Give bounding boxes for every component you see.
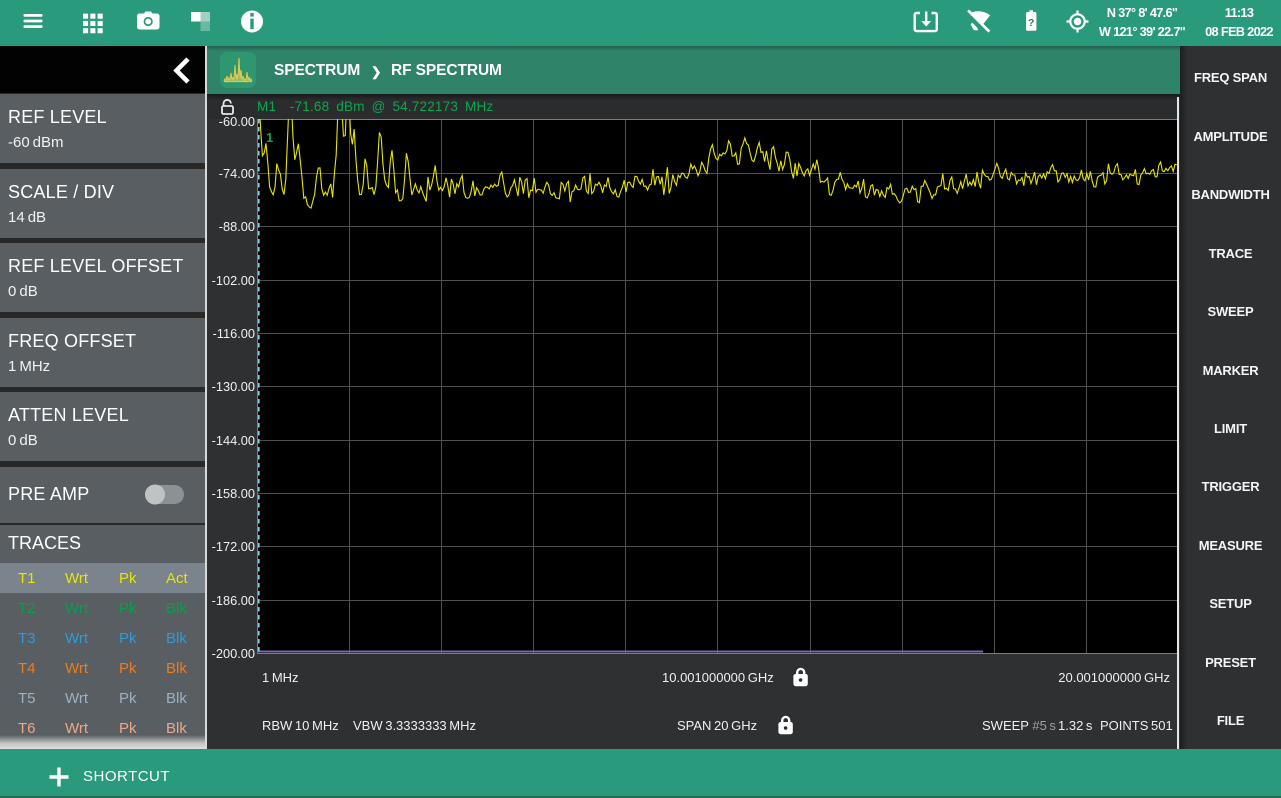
svg-text:?: ? [1028, 17, 1034, 29]
